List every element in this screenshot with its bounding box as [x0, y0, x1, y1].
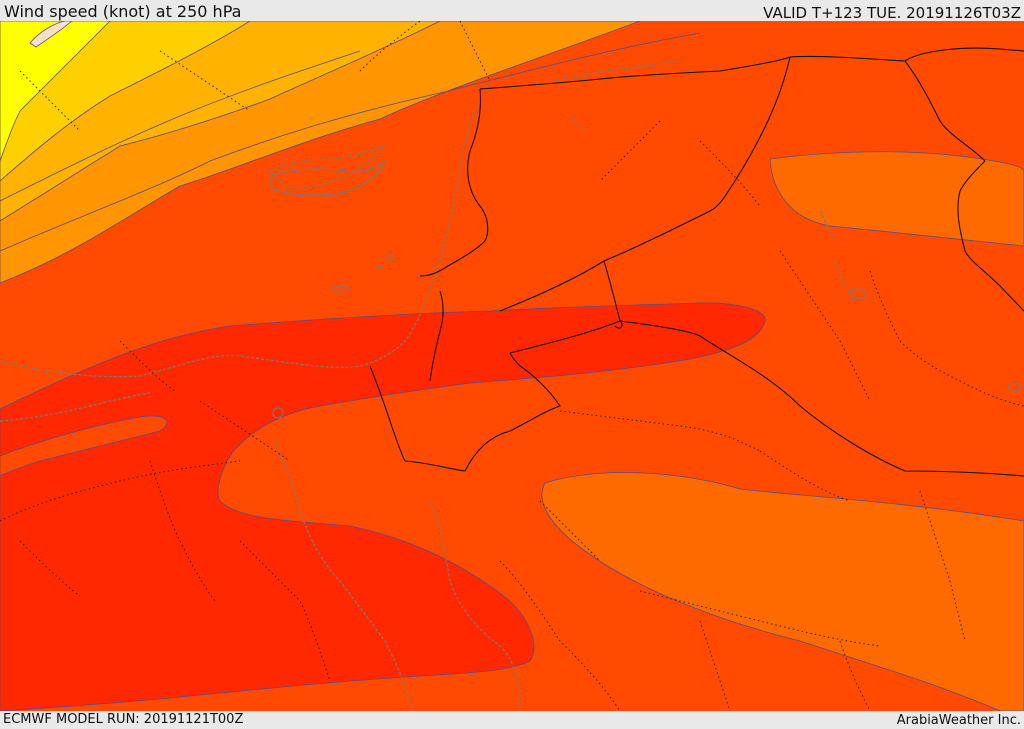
valid-time-label: VALID T+123 TUE. 20191126T03Z [763, 4, 1021, 22]
wind-speed-map [0, 21, 1024, 711]
weather-map-frame: Wind speed (knot) at 250 hPa VALID T+123… [0, 0, 1024, 729]
model-run-label: ECMWF MODEL RUN: 20191121T00Z [3, 712, 244, 727]
map-title: Wind speed (knot) at 250 hPa [4, 2, 242, 21]
credit-label: ArabiaWeather Inc. [896, 713, 1021, 728]
